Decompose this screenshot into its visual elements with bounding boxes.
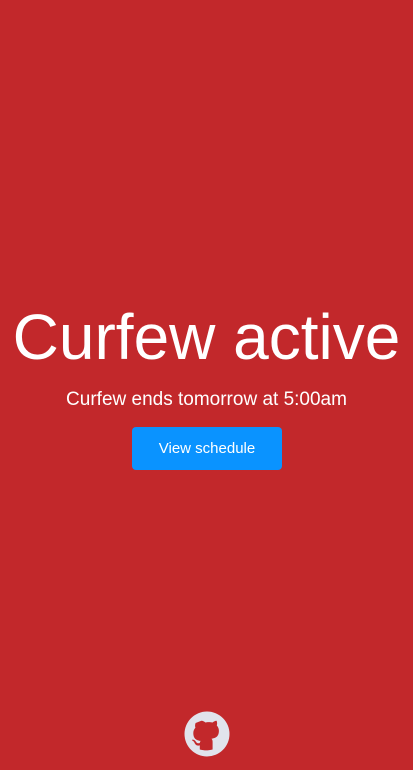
github-icon [184,711,230,757]
github-link[interactable] [184,711,230,757]
curfew-end-time: Curfew ends tomorrow at 5:00am [66,389,347,410]
curfew-status-title: Curfew active [12,301,401,373]
curfew-screen: Curfew active Curfew ends tomorrow at 5:… [0,0,413,770]
view-schedule-button[interactable]: View schedule [132,427,282,470]
